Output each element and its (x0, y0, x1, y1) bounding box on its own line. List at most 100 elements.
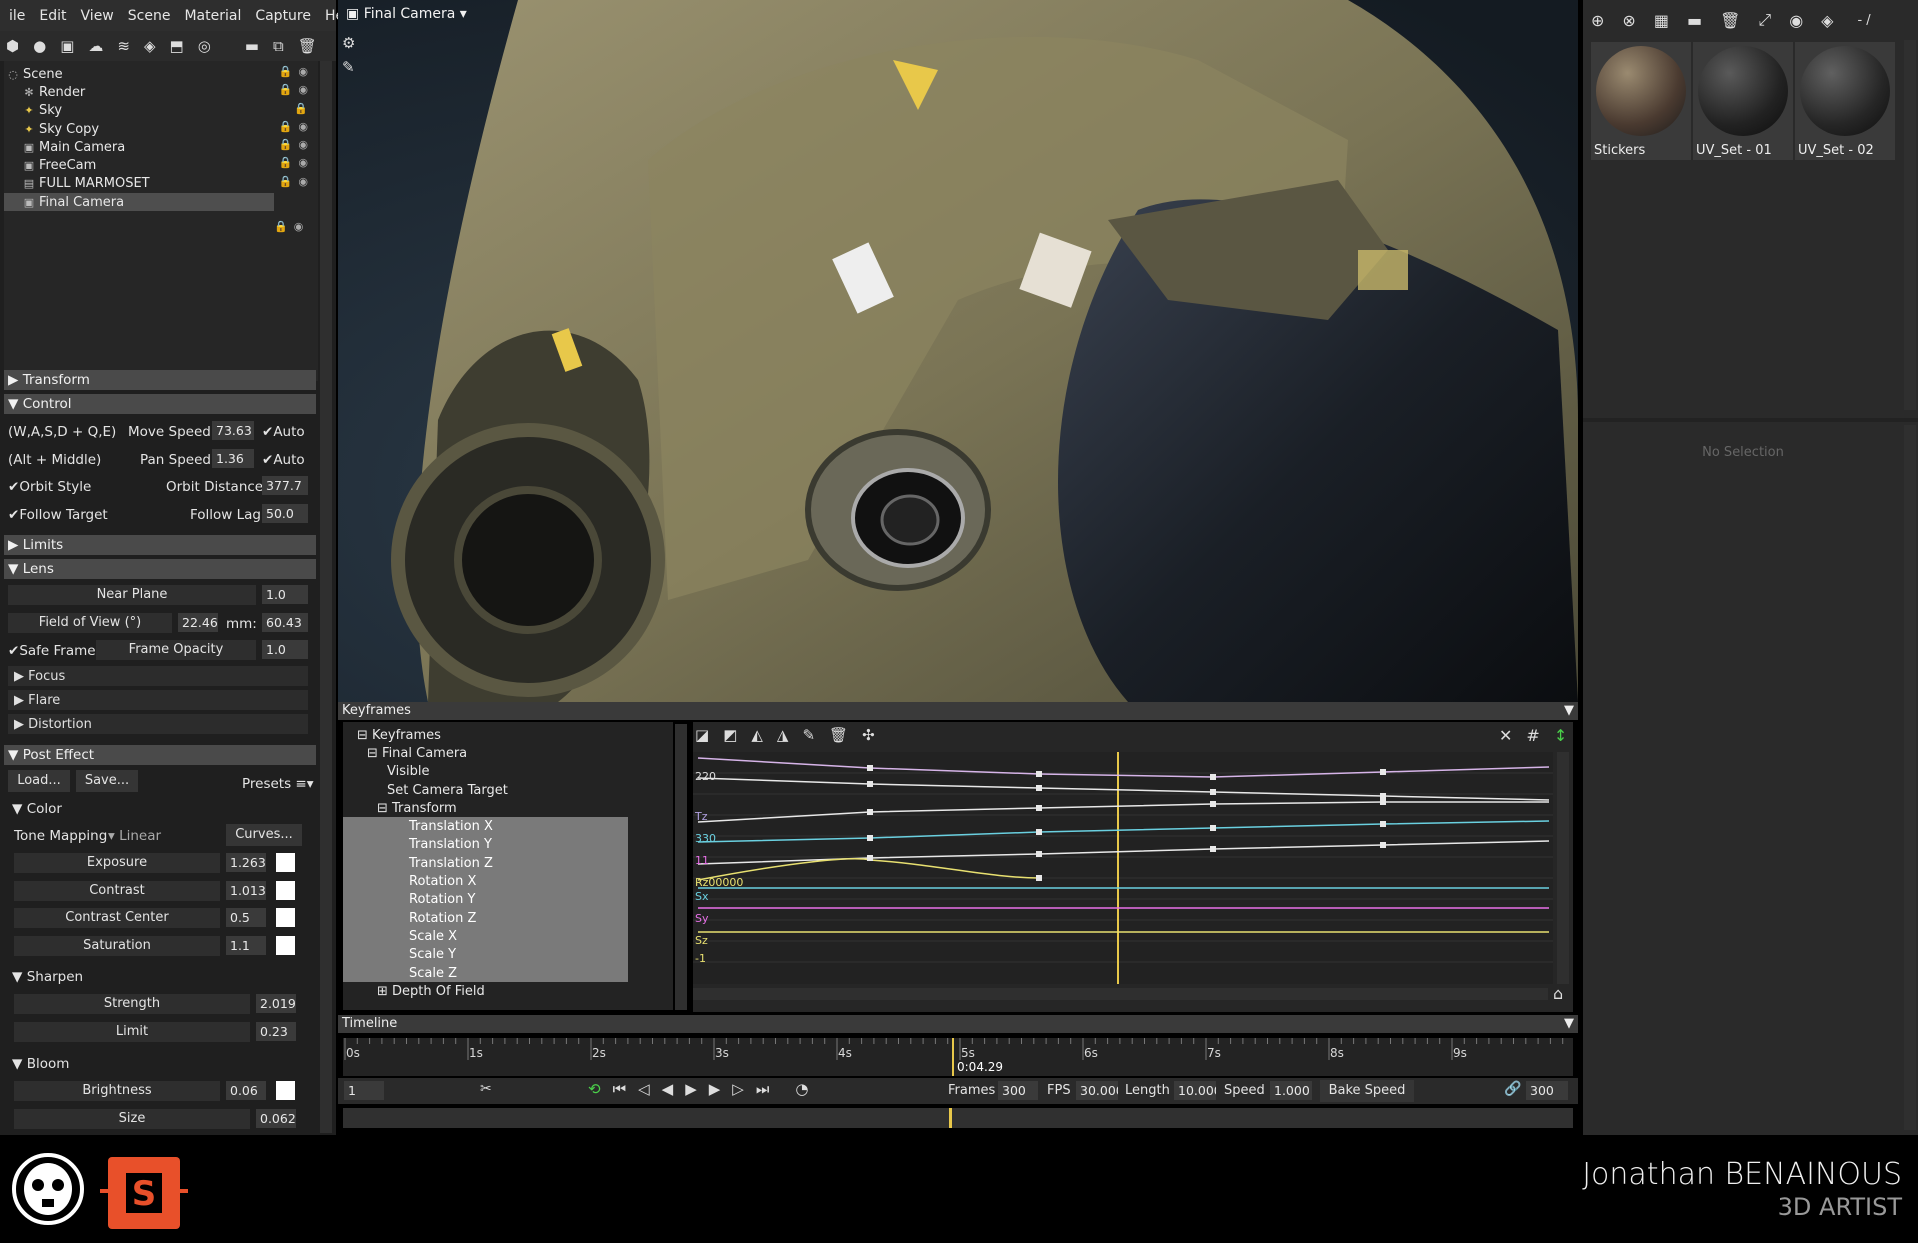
scissors-icon[interactable]: ✂ (480, 1081, 492, 1097)
next-frame-icon[interactable]: ▶ (709, 1080, 721, 1098)
frame-field[interactable]: 1 (344, 1081, 384, 1100)
key-tool-icon[interactable]: ✎ (802, 726, 815, 744)
pan-speed-field[interactable]: 1.36 (212, 449, 254, 468)
kf-item-translation-x[interactable]: Translation X (343, 817, 628, 836)
section-distortion[interactable]: ▶ Distortion (8, 714, 308, 734)
save-button[interactable]: Save... (76, 770, 138, 792)
bake-speed-button[interactable]: Bake Speed (1320, 1080, 1414, 1102)
add-shadow-icon[interactable]: ◈ (144, 37, 156, 55)
pan-speed-auto-checkbox[interactable]: ✔Auto (262, 452, 305, 468)
bloom-color-swatch[interactable] (276, 1081, 295, 1100)
timeline-scrub-bar[interactable] (343, 1108, 1573, 1128)
link-field[interactable]: 300 (1526, 1081, 1568, 1100)
fit-icon[interactable]: ✕ (1499, 726, 1512, 745)
kf-item-rotation-z[interactable]: Rotation Z (343, 908, 628, 928)
collapse-icon[interactable]: ▼ (1564, 1015, 1574, 1033)
grid-icon[interactable]: # (1526, 726, 1539, 745)
kf-item-scale-z[interactable]: Scale Z (343, 963, 628, 983)
contrast-field[interactable]: 1.013 (226, 881, 266, 900)
keyframes-header[interactable]: Keyframes ▼ (338, 702, 1578, 720)
material-scrollbar[interactable] (1904, 40, 1916, 410)
follow-lag-field[interactable]: 50.0 (262, 504, 308, 523)
snap-icon[interactable]: ✣ (862, 726, 875, 744)
menu-material[interactable]: Material (177, 8, 248, 24)
saturation-field[interactable]: 1.1 (226, 936, 266, 955)
lock-eye-icons[interactable]: 🔒◉ (279, 175, 314, 188)
kf-item-keyframes[interactable]: ⊟ Keyframes (343, 726, 673, 744)
contrast-slider[interactable]: Contrast (14, 881, 220, 901)
material-stickers[interactable]: Stickers (1591, 42, 1691, 160)
curve-step-icon[interactable]: ◮ (777, 726, 789, 744)
curve-smooth-icon[interactable]: ◩ (723, 726, 737, 744)
exposure-field[interactable]: 1.263 (226, 853, 266, 872)
tree-item-final-camera[interactable]: ▣ Final Camera (4, 193, 274, 212)
contrast-center-slider[interactable]: Contrast Center (14, 908, 220, 928)
kf-item-visible[interactable]: Visible (343, 763, 673, 781)
move-speed-field[interactable]: 73.63 (212, 421, 254, 440)
length-field[interactable]: 10.000 (1174, 1081, 1216, 1100)
lock-eye-icons[interactable]: 🔒◉ (279, 83, 314, 96)
settings-icon[interactable]: ⚙ (342, 34, 355, 52)
add-mesh-icon[interactable]: ⬢ (6, 37, 19, 55)
safe-frame-checkbox[interactable]: ✔Safe Frame (8, 643, 96, 659)
menu-scene[interactable]: Scene (121, 8, 178, 24)
kf-item-camera-target[interactable]: Set Camera Target (343, 781, 673, 799)
camera-selector[interactable]: ▣ Final Camera ▾ (346, 6, 467, 22)
fps-field[interactable]: 30.000 (1076, 1081, 1118, 1100)
frames-field[interactable]: 300 (998, 1081, 1038, 1100)
orbit-style-checkbox[interactable]: ✔Orbit Style (8, 479, 91, 495)
add-sky-icon[interactable]: ☁ (88, 37, 103, 55)
add-camera-icon[interactable]: ▣ (60, 37, 74, 55)
section-sharpen[interactable]: ▼ Sharpen (12, 969, 83, 985)
tone-mapping-dropdown[interactable]: ▾ Linear (108, 828, 161, 844)
menu-view[interactable]: View (74, 8, 121, 24)
presets-dropdown[interactable]: Presets ≡▾ (242, 776, 314, 792)
section-post-effect[interactable]: ▼ Post Effect (4, 745, 316, 765)
properties-scrollbar[interactable] (320, 363, 332, 1133)
duplicate-icon[interactable]: ⧉ (273, 37, 284, 55)
lock-icon[interactable]: 🔒 (294, 102, 314, 115)
play-icon[interactable]: ▶ (685, 1080, 697, 1098)
kf-item-rotation-y[interactable]: Rotation Y (343, 890, 628, 909)
add-turntable-icon[interactable]: ◎ (198, 37, 211, 55)
folder-icon[interactable]: ▬ (245, 37, 259, 55)
add-fog-icon[interactable]: ≋ (117, 37, 130, 55)
add-material-icon[interactable]: ⊕ (1591, 11, 1604, 30)
kf-item-transform[interactable]: ⊟ Transform (343, 799, 673, 817)
size-slider[interactable]: Size (14, 1109, 250, 1129)
keyframes-tree-scrollbar[interactable] (675, 724, 687, 1010)
frame-opacity-field[interactable]: 1.0 (262, 640, 308, 659)
load-button[interactable]: Load... (8, 770, 70, 792)
section-bloom[interactable]: ▼ Bloom (12, 1056, 69, 1072)
first-frame-icon[interactable]: ⏮ (613, 1080, 627, 1098)
last-frame-icon[interactable]: ⏭ (756, 1080, 770, 1098)
menu-file[interactable]: ile (2, 8, 32, 24)
apply-icon[interactable]: ◉ (1789, 11, 1803, 30)
tree-item-scene[interactable]: ◌ Scene 🔒◉ (4, 65, 318, 83)
kf-item-depth-of-field[interactable]: ⊞ Depth Of Field (343, 982, 673, 1000)
zoom-vertical-icon[interactable]: ↕ (1554, 726, 1567, 745)
orbit-distance-field[interactable]: 377.7 (262, 476, 308, 495)
link-icon[interactable]: 🔗 (1504, 1081, 1521, 1097)
exposure-color-swatch[interactable] (276, 853, 295, 872)
kf-item-final-camera[interactable]: ⊟ Final Camera (343, 744, 673, 762)
folder-icon[interactable]: ▬ (1687, 11, 1702, 30)
near-plane-slider[interactable]: Near Plane (8, 585, 256, 605)
curve-linear-icon[interactable]: ◪ (695, 726, 709, 744)
material-uv-set-01[interactable]: UV_Set - 01 (1693, 42, 1793, 160)
lock-eye-icons[interactable]: 🔒◉ (279, 156, 314, 169)
fov-slider[interactable]: Field of View (°) (8, 613, 172, 633)
menu-capture[interactable]: Capture (248, 8, 318, 24)
limit-slider[interactable]: Limit (14, 1022, 250, 1042)
timeline-ruler[interactable]: 0s 1s 2s 3s 4s 5s 6s 7s 8s 9s 0:04.29 (343, 1038, 1573, 1076)
follow-target-checkbox[interactable]: ✔Follow Target (8, 507, 108, 523)
timeline-header[interactable]: Timeline ▼ (338, 1015, 1578, 1033)
kf-item-translation-z[interactable]: Translation Z (343, 854, 628, 873)
delete-icon[interactable]: 🗑 (298, 37, 317, 55)
section-color[interactable]: ▼ Color (12, 801, 62, 817)
speed-field[interactable]: 1.000 (1270, 1081, 1312, 1100)
prev-key-icon[interactable]: ◁ (638, 1080, 650, 1098)
duplicate-material-icon[interactable]: ⊗ (1622, 11, 1635, 30)
kf-item-translation-y[interactable]: Translation Y (343, 835, 628, 855)
playhead[interactable] (949, 1108, 952, 1128)
